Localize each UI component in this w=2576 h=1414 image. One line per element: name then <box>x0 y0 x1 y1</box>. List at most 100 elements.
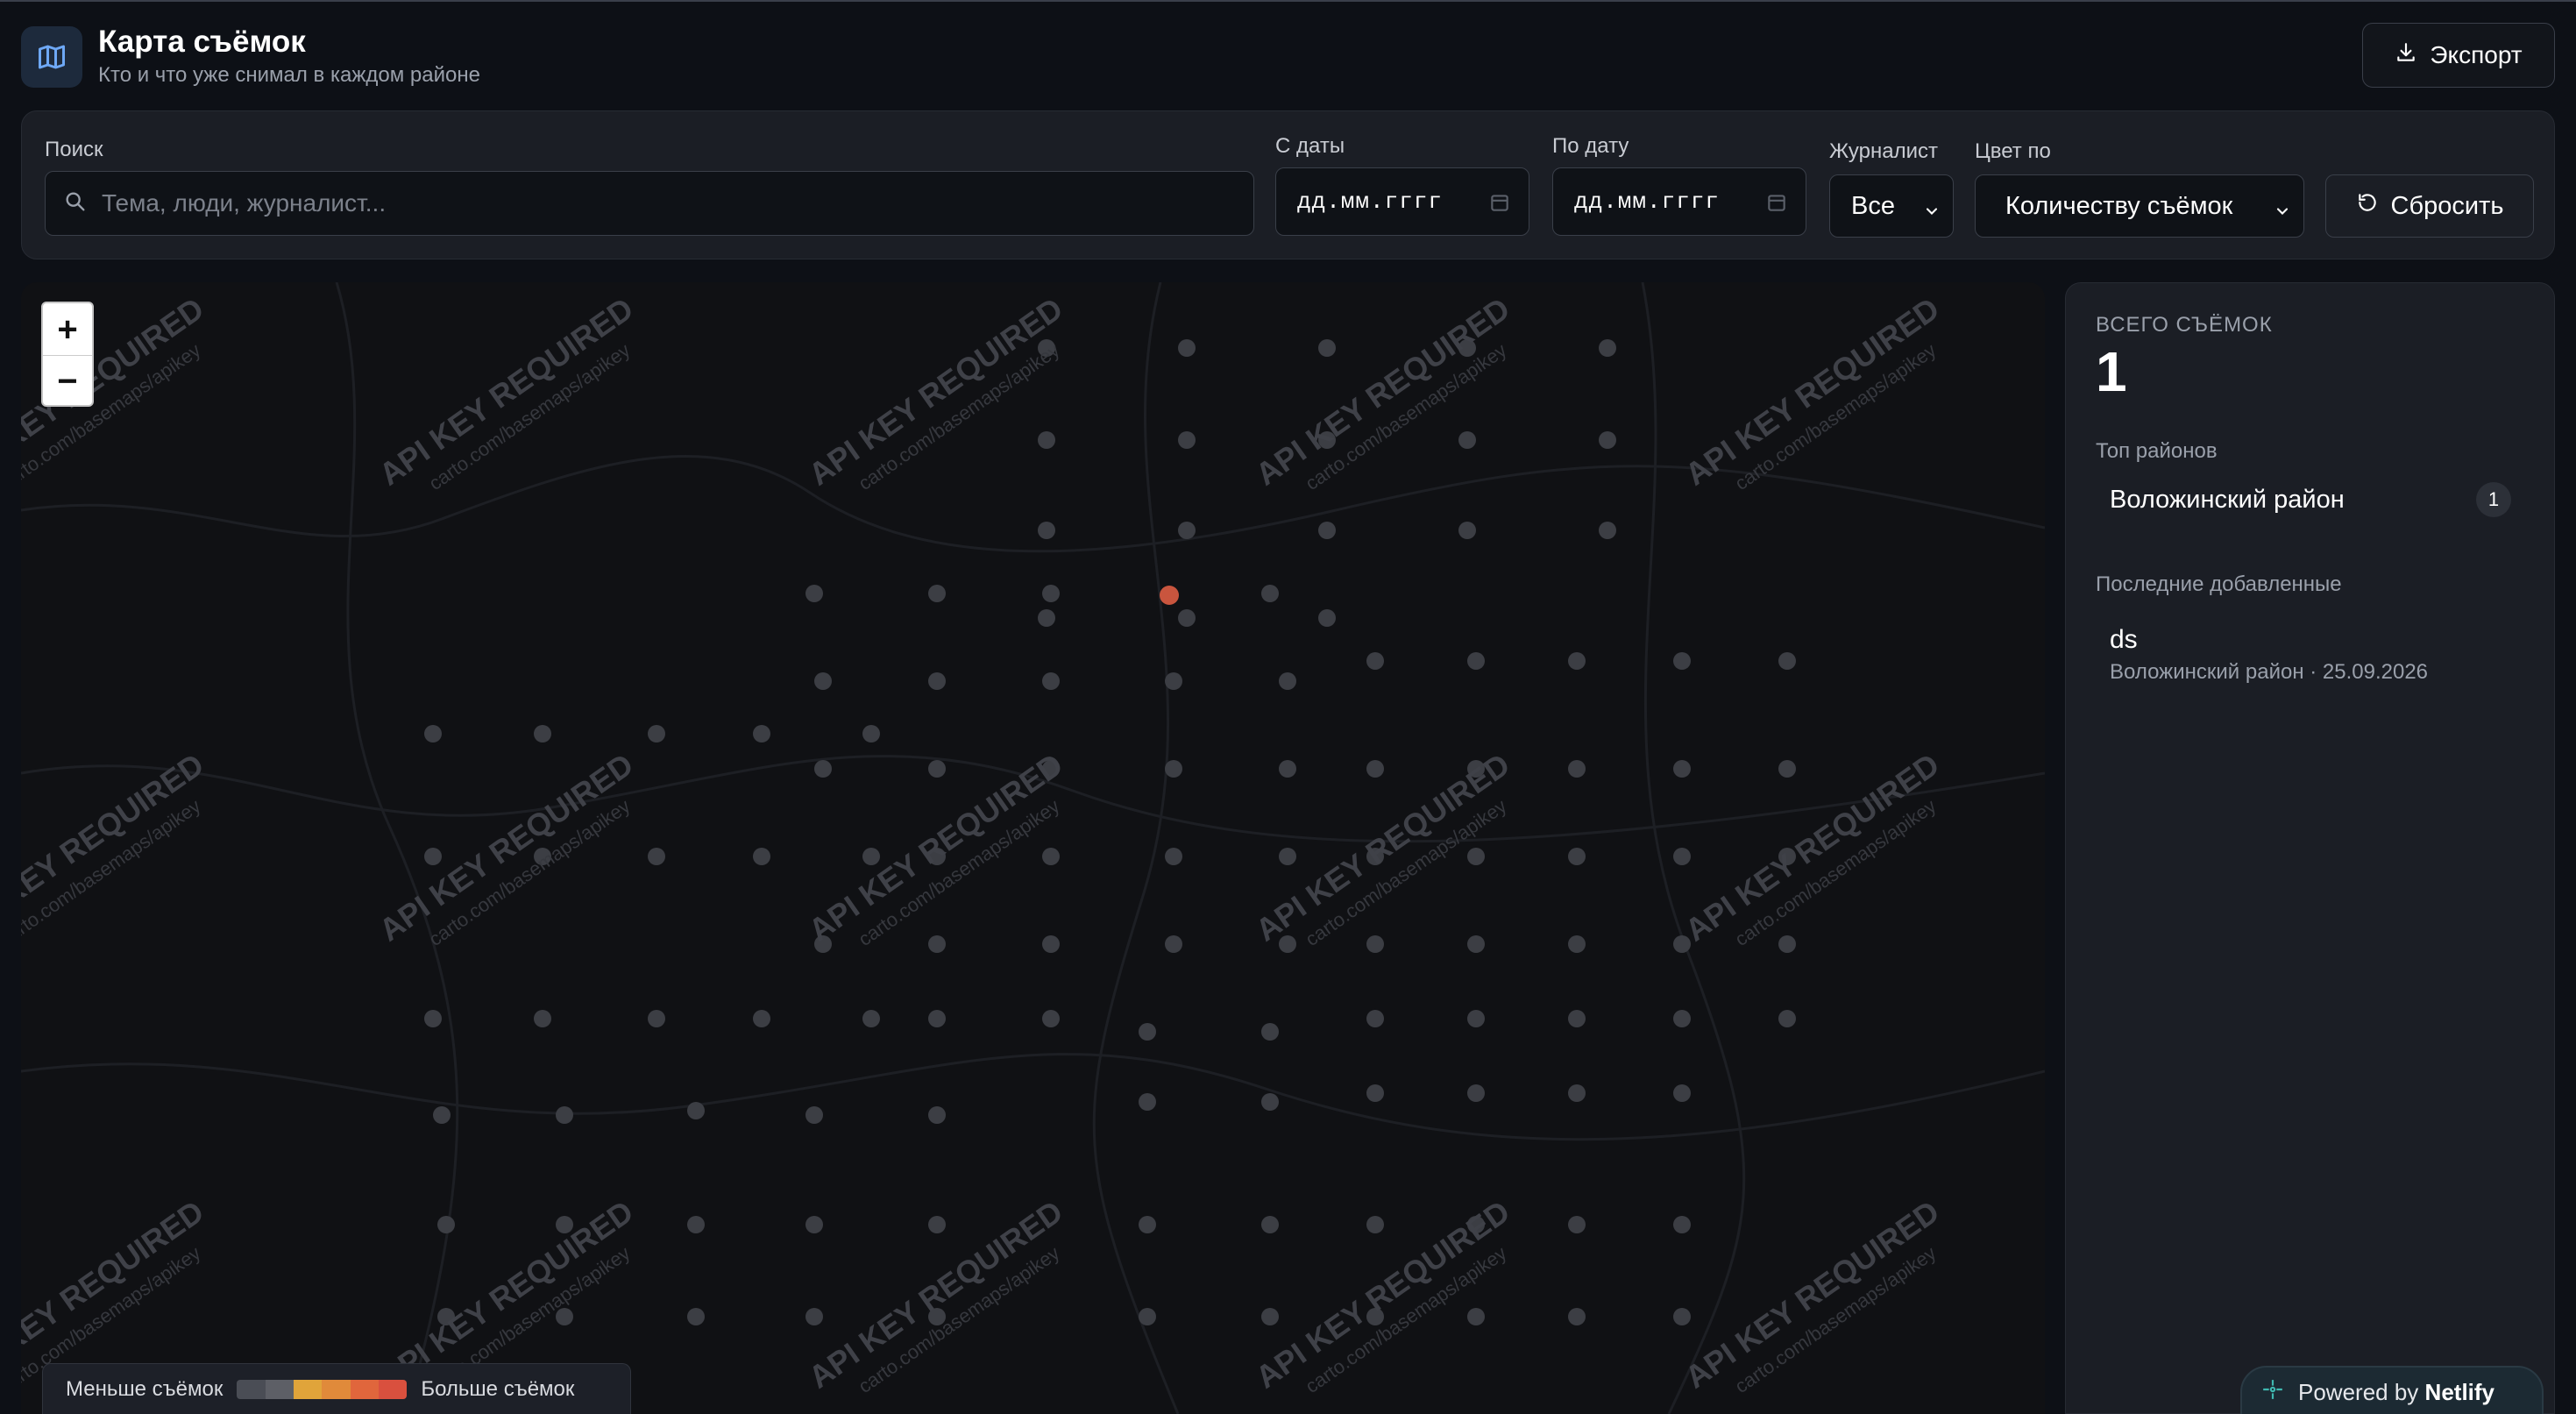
district-dot[interactable] <box>928 672 946 690</box>
district-dot[interactable] <box>424 725 442 743</box>
district-dot[interactable] <box>687 1216 705 1233</box>
district-dot[interactable] <box>1366 1084 1384 1102</box>
export-button[interactable]: Экспорт <box>2362 23 2555 88</box>
district-dot[interactable] <box>648 1010 665 1027</box>
district-dot[interactable] <box>1318 609 1336 627</box>
district-dot[interactable] <box>1673 935 1691 953</box>
district-dot[interactable] <box>1038 522 1055 539</box>
district-dot[interactable] <box>1778 760 1796 778</box>
district-dot[interactable] <box>814 672 832 690</box>
district-dot[interactable] <box>1178 431 1196 449</box>
district-dot[interactable] <box>814 760 832 778</box>
district-dot[interactable] <box>1165 848 1182 865</box>
district-dot[interactable] <box>1178 339 1196 357</box>
district-dot[interactable] <box>1673 1010 1691 1027</box>
district-dot[interactable] <box>805 1308 823 1325</box>
district-dot[interactable] <box>1366 1010 1384 1027</box>
district-dot[interactable] <box>424 1010 442 1027</box>
district-dot[interactable] <box>1467 1010 1485 1027</box>
district-dot[interactable] <box>1042 585 1060 602</box>
district-dot[interactable] <box>928 585 946 602</box>
district-dot[interactable] <box>1042 672 1060 690</box>
district-dot[interactable] <box>1467 848 1485 865</box>
district-dot[interactable] <box>687 1308 705 1325</box>
district-dot[interactable] <box>1467 1084 1485 1102</box>
district-dot[interactable] <box>1568 935 1586 953</box>
district-dot[interactable] <box>862 725 880 743</box>
district-dot[interactable] <box>1261 1308 1279 1325</box>
district-dot[interactable] <box>424 848 442 865</box>
district-dot[interactable] <box>1042 935 1060 953</box>
district-dot[interactable] <box>1139 1023 1156 1041</box>
color-by-select[interactable]: Количеству съёмок <box>1975 174 2304 238</box>
district-dot[interactable] <box>928 1216 946 1233</box>
district-dot[interactable] <box>1318 339 1336 357</box>
district-dot[interactable] <box>1673 1216 1691 1233</box>
district-dot[interactable] <box>1042 848 1060 865</box>
district-dot[interactable] <box>1366 760 1384 778</box>
district-dot[interactable] <box>1042 1010 1060 1027</box>
district-dot[interactable] <box>648 725 665 743</box>
district-dot[interactable] <box>753 848 770 865</box>
district-dot[interactable] <box>1599 522 1616 539</box>
district-dot[interactable] <box>1568 1010 1586 1027</box>
district-dot-active[interactable] <box>1160 586 1179 605</box>
district-dot[interactable] <box>1165 672 1182 690</box>
district-dot[interactable] <box>928 935 946 953</box>
district-dot[interactable] <box>753 725 770 743</box>
district-dot[interactable] <box>753 1010 770 1027</box>
district-dot[interactable] <box>1673 848 1691 865</box>
district-dot[interactable] <box>1366 652 1384 670</box>
district-dot[interactable] <box>928 1010 946 1027</box>
district-dot[interactable] <box>1778 1010 1796 1027</box>
district-dot[interactable] <box>1467 935 1485 953</box>
district-dot[interactable] <box>1038 609 1055 627</box>
district-dot[interactable] <box>1139 1308 1156 1325</box>
district-dot[interactable] <box>928 1106 946 1124</box>
district-dot[interactable] <box>1599 339 1616 357</box>
calendar-icon[interactable] <box>1488 191 1511 221</box>
district-dot[interactable] <box>1778 935 1796 953</box>
journalist-select[interactable]: Все <box>1829 174 1954 238</box>
district-dot[interactable] <box>534 1010 551 1027</box>
district-dot[interactable] <box>1261 585 1279 602</box>
district-dot[interactable] <box>1458 431 1476 449</box>
date-from-input[interactable]: дд.мм.гггг <box>1275 167 1529 236</box>
district-dot[interactable] <box>1568 652 1586 670</box>
recent-item-title[interactable]: ds <box>2110 625 2138 655</box>
district-dot[interactable] <box>1261 1093 1279 1111</box>
district-dot[interactable] <box>556 1106 573 1124</box>
district-dot[interactable] <box>1261 1023 1279 1041</box>
district-dot[interactable] <box>687 1102 705 1119</box>
district-dot[interactable] <box>1673 1084 1691 1102</box>
district-dot[interactable] <box>1178 522 1196 539</box>
district-dot[interactable] <box>1366 1216 1384 1233</box>
district-dot[interactable] <box>1568 1084 1586 1102</box>
district-dot[interactable] <box>437 1216 455 1233</box>
district-dot[interactable] <box>1599 431 1616 449</box>
district-dot[interactable] <box>1673 1308 1691 1325</box>
district-dot[interactable] <box>1279 848 1296 865</box>
zoom-out-button[interactable]: − <box>43 355 92 405</box>
district-dot[interactable] <box>1673 760 1691 778</box>
district-dot[interactable] <box>1178 609 1196 627</box>
top-district-item[interactable]: Воложинский район 1 <box>2096 478 2525 522</box>
district-dot[interactable] <box>1261 1216 1279 1233</box>
district-dot[interactable] <box>1568 848 1586 865</box>
district-dot[interactable] <box>1467 652 1485 670</box>
district-dot[interactable] <box>1568 1216 1586 1233</box>
district-dot[interactable] <box>805 1216 823 1233</box>
district-dot[interactable] <box>433 1106 451 1124</box>
district-dot[interactable] <box>1458 522 1476 539</box>
map-canvas[interactable]: API KEY REQUIREDcarto.com/basemaps/apike… <box>21 282 2045 1414</box>
district-dot[interactable] <box>805 1106 823 1124</box>
netlify-badge[interactable]: Powered by Netlify <box>2240 1366 2544 1414</box>
district-dot[interactable] <box>862 1010 880 1027</box>
calendar-icon[interactable] <box>1765 191 1788 221</box>
district-dot[interactable] <box>1318 522 1336 539</box>
district-dot[interactable] <box>1165 760 1182 778</box>
district-dot[interactable] <box>1568 760 1586 778</box>
district-dot[interactable] <box>1038 431 1055 449</box>
district-dot[interactable] <box>1279 672 1296 690</box>
district-dot[interactable] <box>1778 652 1796 670</box>
